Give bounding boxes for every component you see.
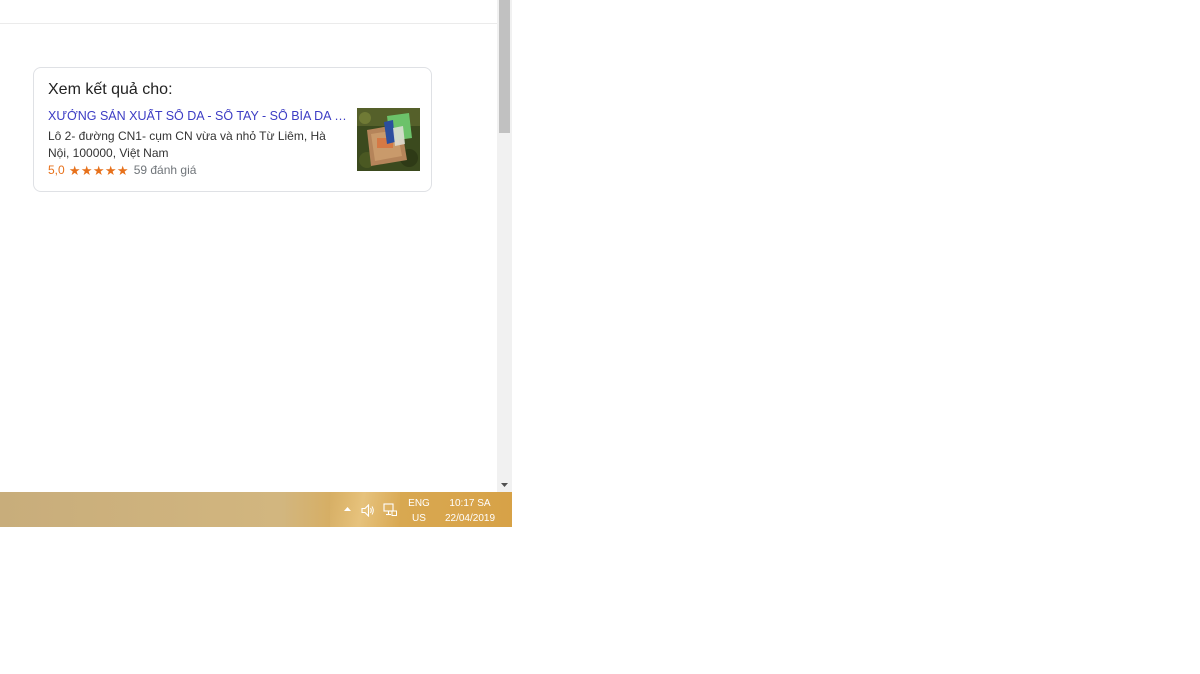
place-name-link[interactable]: XƯỞNG SẢN XUẤT SỔ DA - SỔ TAY - SỔ BÌA D…	[48, 109, 350, 123]
desktop-screen: Xem kết quả cho: XƯỞNG SẢN XUẤT SỔ DA - …	[0, 0, 1200, 674]
review-count-link[interactable]: 59 đánh giá	[134, 163, 197, 177]
language-code: ENG	[408, 498, 430, 509]
star-rating: ★ ★ ★ ★ ★	[69, 164, 129, 177]
header-divider	[0, 23, 497, 24]
vertical-scrollbar[interactable]	[497, 0, 512, 492]
place-thumbnail[interactable]	[357, 108, 420, 171]
star-icon: ★	[92, 162, 105, 178]
clock-date: 22/04/2019	[444, 513, 496, 524]
place-result-card: Xem kết quả cho: XƯỞNG SẢN XUẤT SỔ DA - …	[33, 67, 432, 192]
rating-row: 5,0 ★ ★ ★ ★ ★ 59 đánh giá	[48, 163, 196, 177]
scrollbar-thumb[interactable]	[499, 0, 510, 133]
scroll-down-arrow-icon[interactable]	[497, 477, 512, 492]
browser-viewport: Xem kết quả cho: XƯỞNG SẢN XUẤT SỔ DA - …	[0, 0, 497, 492]
clock-time: 10:17 SA	[449, 498, 491, 509]
star-icon: ★	[80, 162, 93, 178]
rating-value: 5,0	[48, 163, 65, 177]
place-address: Lô 2- đường CN1- cụm CN vừa và nhỏ Từ Li…	[48, 129, 326, 160]
card-heading: Xem kết quả cho:	[48, 81, 173, 98]
input-language-indicator[interactable]: ENG US	[404, 496, 434, 526]
speaker-icon[interactable]	[360, 502, 376, 518]
clock[interactable]: 10:17 SA 22/04/2019	[440, 496, 500, 526]
taskbar: ENG US 10:17 SA 22/04/2019	[0, 492, 512, 527]
place-photo-image	[357, 108, 420, 171]
star-icon: ★	[104, 162, 117, 178]
language-region: US	[412, 513, 426, 524]
chevron-up-icon[interactable]	[341, 503, 353, 515]
star-icon: ★	[68, 162, 81, 178]
network-icon[interactable]	[382, 502, 398, 518]
star-icon: ★	[116, 162, 129, 178]
